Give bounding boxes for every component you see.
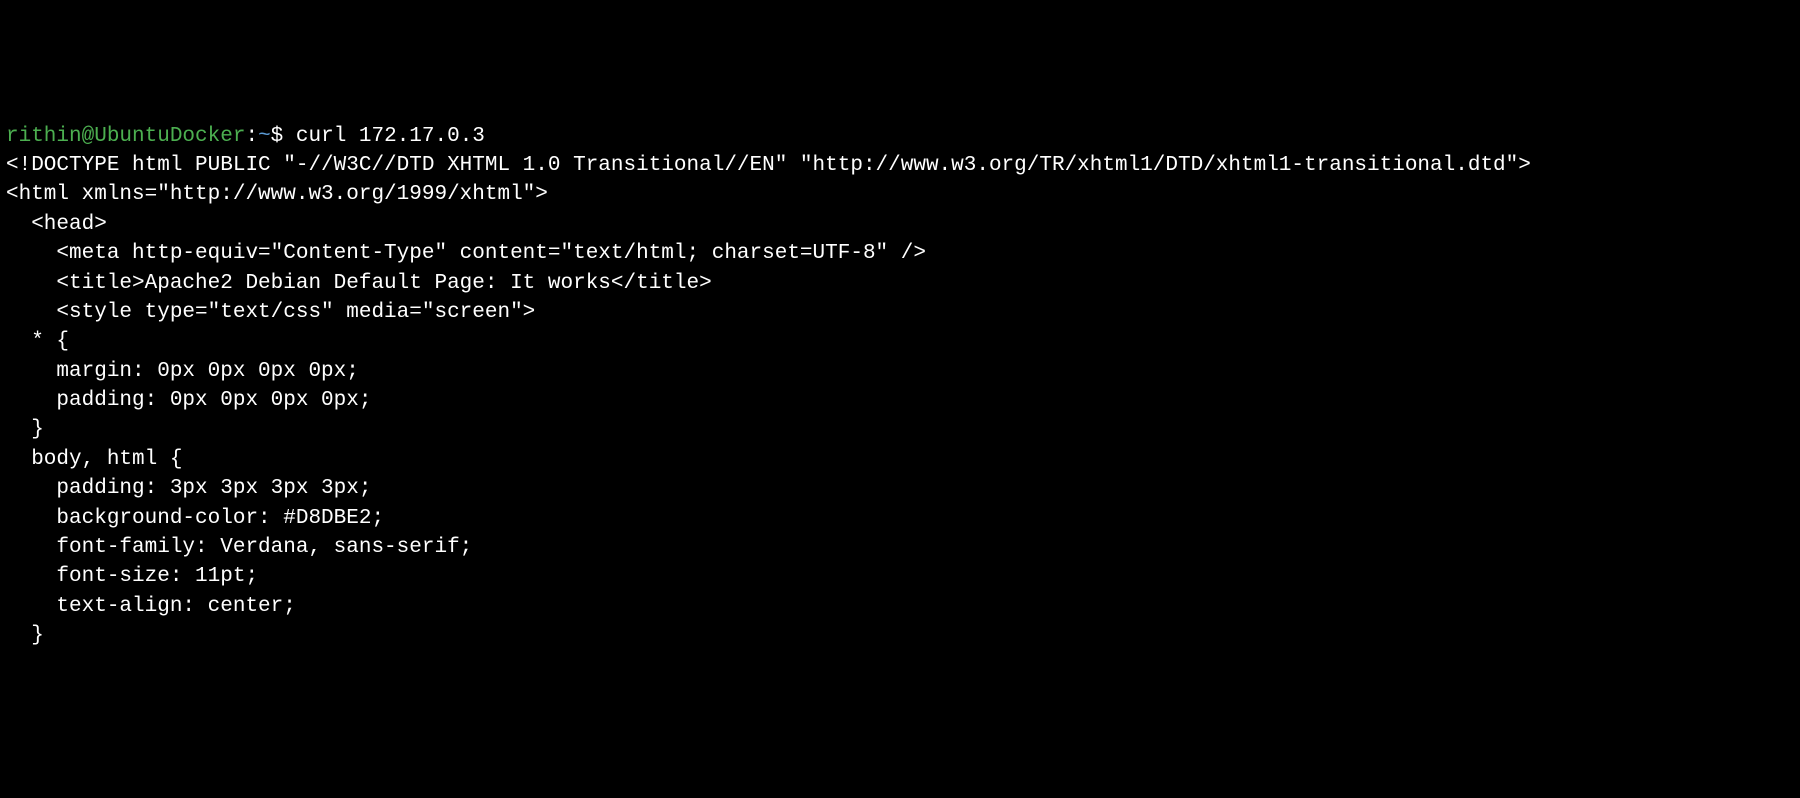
- output-line: font-size: 11pt;: [6, 562, 1794, 591]
- command-line: rithin@UbuntuDocker:~$ curl 172.17.0.3: [6, 122, 1794, 151]
- output-line: body, html {: [6, 445, 1794, 474]
- output-line: <title>Apache2 Debian Default Page: It w…: [6, 269, 1794, 298]
- output-line: padding: 0px 0px 0px 0px;: [6, 386, 1794, 415]
- output-line: font-family: Verdana, sans-serif;: [6, 533, 1794, 562]
- terminal-window[interactable]: rithin@UbuntuDocker:~$ curl 172.17.0.3<!…: [6, 122, 1794, 651]
- output-line: }: [6, 621, 1794, 650]
- output-line: padding: 3px 3px 3px 3px;: [6, 474, 1794, 503]
- output-line: <style type="text/css" media="screen">: [6, 298, 1794, 327]
- output-line: margin: 0px 0px 0px 0px;: [6, 357, 1794, 386]
- output-line: * {: [6, 327, 1794, 356]
- output-line: <html xmlns="http://www.w3.org/1999/xhtm…: [6, 180, 1794, 209]
- output-line: <head>: [6, 210, 1794, 239]
- output-line: background-color: #D8DBE2;: [6, 504, 1794, 533]
- command-text: curl 172.17.0.3: [283, 125, 485, 148]
- output-line: <!DOCTYPE html PUBLIC "-//W3C//DTD XHTML…: [6, 151, 1794, 180]
- prompt-path: ~: [258, 125, 271, 148]
- output-line: }: [6, 415, 1794, 444]
- prompt-user-host: rithin@UbuntuDocker: [6, 125, 245, 148]
- output-line: text-align: center;: [6, 592, 1794, 621]
- output-line: <meta http-equiv="Content-Type" content=…: [6, 239, 1794, 268]
- prompt-separator: :: [245, 125, 258, 148]
- prompt-symbol: $: [271, 125, 284, 148]
